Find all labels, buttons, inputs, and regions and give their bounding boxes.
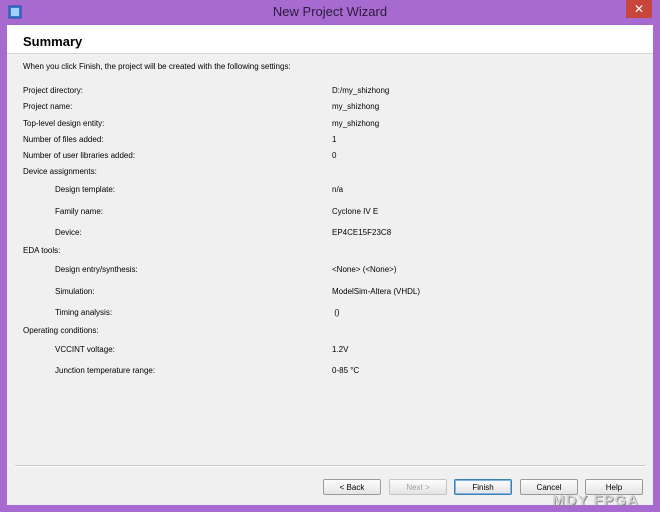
row-value: my_shizhong	[332, 119, 380, 128]
close-button[interactable]: ✕	[626, 0, 652, 18]
row-value: ()	[332, 308, 340, 317]
section-label: Operating conditions:	[23, 326, 99, 335]
row-label: Device:	[55, 228, 82, 237]
row-value: Cyclone IV E	[332, 207, 379, 216]
footer-separator	[15, 465, 645, 467]
row-label: Family name:	[55, 207, 104, 216]
wizard-header: Summary	[7, 25, 653, 54]
window-title: New Project Wizard	[272, 4, 388, 19]
row-value: 0	[332, 151, 337, 160]
row-label: Project name:	[23, 102, 73, 111]
intro-text: When you click Finish, the project will …	[23, 62, 291, 71]
row-label: Design template:	[55, 185, 116, 194]
title-bar[interactable]: New Project Wizard ✕	[0, 0, 660, 25]
row-label: Number of files added:	[23, 135, 104, 144]
row-label: Junction temperature range:	[55, 366, 156, 375]
section-label: EDA tools:	[23, 246, 61, 255]
row-value: 0-85 °C	[332, 366, 360, 375]
row-value: my_shizhong	[332, 102, 380, 111]
row-label: Number of user libraries added:	[23, 151, 136, 160]
finish-button[interactable]: Finish	[454, 479, 512, 495]
row-label: Project directory:	[23, 86, 84, 95]
row-value: ModelSim-Altera (VHDL)	[332, 287, 421, 296]
row-value: 1.2V	[332, 345, 349, 354]
row-label: Simulation:	[55, 287, 95, 296]
row-value: <None> (<None>)	[332, 265, 397, 274]
back-button[interactable]: < Back	[323, 479, 381, 495]
row-value: D:/my_shizhong	[332, 86, 390, 95]
row-label: Design entry/synthesis:	[55, 265, 138, 274]
row-value: n/a	[332, 185, 344, 194]
section-label: Device assignments:	[23, 167, 97, 176]
row-value: EP4CE15F23C8	[332, 228, 392, 237]
wizard-client-area: Summary When you click Finish, the proje…	[7, 25, 653, 505]
row-label: VCCINT voltage:	[55, 345, 115, 354]
next-button[interactable]: Next >	[389, 479, 447, 495]
row-label: Timing analysis:	[55, 308, 113, 317]
row-label: Top-level design entity:	[23, 119, 105, 128]
row-value: 1	[332, 135, 337, 144]
watermark: MDY FPGA	[552, 492, 639, 509]
page-heading: Summary	[23, 34, 83, 49]
